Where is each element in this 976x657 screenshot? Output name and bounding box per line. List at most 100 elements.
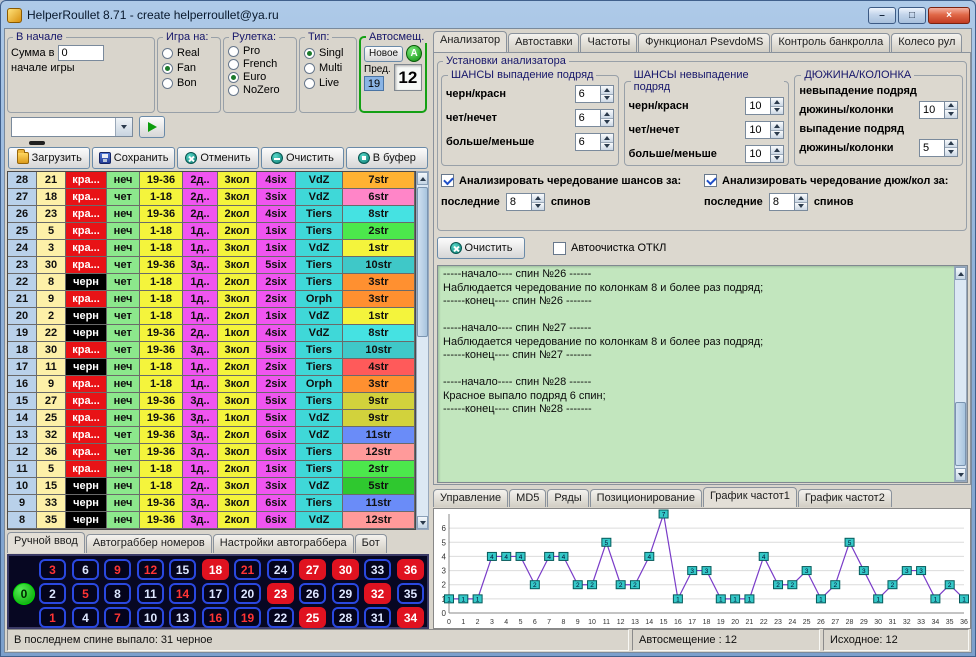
numpad-9[interactable]: 9 — [104, 559, 131, 580]
numpad-7[interactable]: 7 — [104, 607, 131, 628]
tab-Анализатор[interactable]: Анализатор — [433, 31, 507, 52]
numpad-32[interactable]: 32 — [364, 583, 391, 604]
table-scrollbar[interactable] — [416, 171, 429, 530]
numpad-2[interactable]: 2 — [39, 583, 66, 604]
spinner-up-icon[interactable] — [945, 102, 957, 110]
spinner-down-icon[interactable] — [771, 106, 783, 115]
radio-option-French[interactable]: French — [228, 58, 292, 70]
spinner-up-icon[interactable] — [601, 86, 613, 94]
maximize-button[interactable]: □ — [898, 7, 926, 24]
radio-icon[interactable] — [228, 59, 239, 70]
scroll-down-button[interactable] — [417, 516, 428, 529]
spinner[interactable]: 6 — [575, 109, 614, 127]
numpad-6[interactable]: 6 — [72, 559, 99, 580]
spinner-up-icon[interactable] — [532, 194, 544, 202]
tab-Автограббер номеров[interactable]: Автограббер номеров — [86, 534, 212, 553]
radio-option-Pro[interactable]: Pro — [228, 45, 292, 57]
close-button[interactable]: × — [928, 7, 970, 24]
spinner-value[interactable]: 10 — [745, 121, 771, 139]
spinner[interactable]: 6 — [575, 85, 614, 103]
spinner-value[interactable]: 5 — [919, 139, 945, 157]
numpad-11[interactable]: 11 — [137, 583, 164, 604]
start-sum-input[interactable] — [58, 45, 104, 61]
numpad-22[interactable]: 22 — [267, 607, 294, 628]
radio-option-Real[interactable]: Real — [162, 47, 216, 59]
spinner-down-icon[interactable] — [771, 130, 783, 139]
spinner[interactable]: 5 — [919, 139, 958, 157]
combobox-dropdown-button[interactable] — [115, 118, 132, 136]
numpad-31[interactable]: 31 — [364, 607, 391, 628]
radio-icon[interactable] — [228, 72, 239, 83]
a-button[interactable]: A — [406, 45, 422, 62]
spinner-down-icon[interactable] — [771, 154, 783, 163]
radio-icon[interactable] — [162, 48, 173, 59]
tab-Колесо рул[interactable]: Колесо рул — [891, 33, 962, 52]
spinner[interactable]: 6 — [575, 133, 614, 151]
numpad-15[interactable]: 15 — [169, 559, 196, 580]
radio-icon[interactable] — [162, 78, 173, 89]
radio-icon[interactable] — [304, 63, 315, 74]
numpad-8[interactable]: 8 — [104, 583, 131, 604]
radio-icon[interactable] — [304, 78, 315, 89]
tab-MD5[interactable]: MD5 — [509, 489, 546, 507]
numpad-3[interactable]: 3 — [39, 559, 66, 580]
scroll-up-button[interactable] — [417, 172, 428, 185]
radio-icon[interactable] — [228, 85, 239, 96]
tab-Управление[interactable]: Управление — [433, 489, 508, 507]
spinner[interactable]: 10 — [745, 97, 784, 115]
numpad-34[interactable]: 34 — [397, 607, 424, 628]
spinner[interactable]: 8 — [506, 193, 545, 211]
spinner[interactable]: 10 — [745, 145, 784, 163]
radio-option-NoZero[interactable]: NoZero — [228, 84, 292, 96]
spinner-down-icon[interactable] — [945, 147, 957, 156]
tab-График частот2[interactable]: График частот2 — [798, 489, 892, 507]
log-scroll-up-button[interactable] — [955, 267, 966, 280]
numpad-1[interactable]: 1 — [39, 607, 66, 628]
numpad-21[interactable]: 21 — [234, 559, 261, 580]
tab-Частоты[interactable]: Частоты — [580, 33, 637, 52]
radio-icon[interactable] — [162, 63, 173, 74]
spinner-down-icon[interactable] — [795, 202, 807, 211]
tab-Автоставки[interactable]: Автоставки — [508, 33, 579, 52]
numpad-16[interactable]: 16 — [202, 607, 229, 628]
alt-dozens-checkbox[interactable] — [704, 174, 717, 187]
radio-option-Multi[interactable]: Multi — [304, 62, 352, 74]
numpad-0[interactable]: 0 — [13, 583, 35, 605]
spinner-value[interactable]: 10 — [745, 145, 771, 163]
spinner-up-icon[interactable] — [771, 146, 783, 154]
spinner-up-icon[interactable] — [771, 98, 783, 106]
numpad-26[interactable]: 26 — [299, 583, 326, 604]
numpad-18[interactable]: 18 — [202, 559, 229, 580]
numpad-35[interactable]: 35 — [397, 583, 424, 604]
log-scroll-down-button[interactable] — [955, 468, 966, 481]
numpad-36[interactable]: 36 — [397, 559, 424, 580]
tab-Бот[interactable]: Бот — [355, 534, 387, 553]
numpad-19[interactable]: 19 — [234, 607, 261, 628]
numpad-5[interactable]: 5 — [72, 583, 99, 604]
spinner-up-icon[interactable] — [795, 194, 807, 202]
numpad-30[interactable]: 30 — [332, 559, 359, 580]
numpad-25[interactable]: 25 — [299, 607, 326, 628]
numpad-29[interactable]: 29 — [332, 583, 359, 604]
tab-Контроль банкролла[interactable]: Контроль банкролла — [771, 33, 890, 52]
spinner-value[interactable]: 10 — [919, 101, 945, 119]
numpad-23[interactable]: 23 — [267, 583, 294, 604]
save-button[interactable]: Сохранить — [92, 147, 174, 169]
tab-Настройки автограббера[interactable]: Настройки автограббера — [213, 534, 354, 553]
spinner-value[interactable]: 6 — [575, 133, 601, 151]
numpad-10[interactable]: 10 — [137, 607, 164, 628]
spinner-up-icon[interactable] — [601, 134, 613, 142]
spinner-value[interactable]: 6 — [575, 85, 601, 103]
log-scrollbar-thumb[interactable] — [955, 402, 966, 466]
numpad-24[interactable]: 24 — [267, 559, 294, 580]
spinner-value[interactable]: 6 — [575, 109, 601, 127]
alt-chances-checkbox[interactable] — [441, 174, 454, 187]
titlebar[interactable]: HelperRoullet 8.71 - create helperroulle… — [1, 1, 975, 27]
history-combobox[interactable] — [11, 117, 133, 137]
analyzer-clear-button[interactable]: Очистить — [437, 237, 525, 259]
radio-icon[interactable] — [228, 46, 239, 57]
clear-button[interactable]: Очистить — [261, 147, 343, 169]
spinner-value[interactable]: 8 — [506, 193, 532, 211]
spinner[interactable]: 10 — [745, 121, 784, 139]
spinner-down-icon[interactable] — [601, 142, 613, 151]
